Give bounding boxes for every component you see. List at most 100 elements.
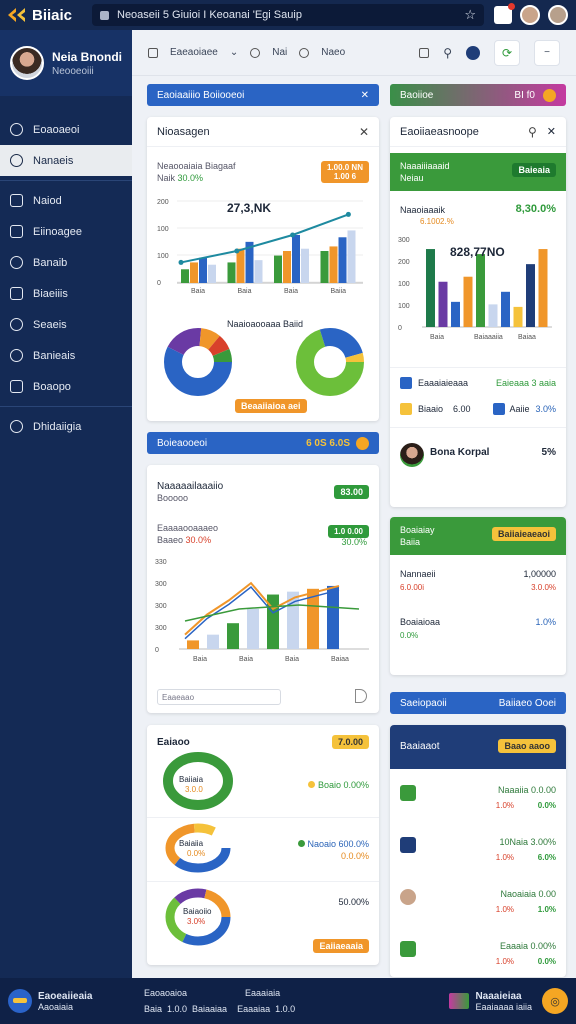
- close-icon[interactable]: ✕: [547, 125, 556, 138]
- search-icon[interactable]: ⚲: [528, 125, 537, 139]
- bar: [207, 634, 219, 649]
- list-item-label: Eaaaia 0.00%: [499, 941, 556, 951]
- y-tick-label: 100: [157, 226, 169, 233]
- copy-icon[interactable]: [419, 47, 430, 58]
- chevron-down-icon[interactable]: ⌄: [230, 47, 238, 58]
- divider: [147, 881, 379, 882]
- grid-icon: [10, 194, 23, 207]
- toolbar: Eaeaoiaee ⌄ Nai Naeo ⚲ ⟳ −: [132, 30, 576, 76]
- row-label: Biaaio: [418, 404, 444, 414]
- lock-icon: [100, 10, 109, 20]
- list-item[interactable]: Naaaiia 0.0.00 1.0% 0.0%: [390, 781, 566, 825]
- sidebar-item-3[interactable]: Eiinoagee: [0, 216, 132, 247]
- avatar[interactable]: [400, 443, 424, 467]
- notification-icon[interactable]: [494, 3, 515, 24]
- toolbar-label-3[interactable]: Naeo: [321, 47, 345, 58]
- list-item-pct: 6.0%: [537, 853, 556, 862]
- card-header-bar: Boaiaiay Baiia Baiiaieaeaoi: [390, 517, 566, 555]
- row-label-2: Aaiie: [509, 404, 530, 414]
- bar: [181, 269, 189, 283]
- list-item[interactable]: 10Naia 3.00% 1.0% 6.0%: [390, 833, 566, 877]
- sidebar-item-6[interactable]: Seaeis: [0, 309, 132, 340]
- profile-panel[interactable]: Neia Bnondi Neooeoiii: [0, 30, 132, 96]
- y-tick-label: 300: [155, 603, 167, 610]
- user-avatar-2[interactable]: [548, 5, 568, 25]
- sidebar-item-4[interactable]: Banaib: [0, 247, 132, 278]
- banner-blue-top[interactable]: Eaoiaaiiio Boiiooeoi ✕: [147, 84, 379, 106]
- bar: [327, 585, 339, 649]
- bar: [463, 276, 473, 327]
- banner-blue-mid[interactable]: Boieaooeoi 6 0S 6.0S: [147, 432, 379, 454]
- refresh-button[interactable]: ⟳: [494, 39, 520, 66]
- banner-pink-top[interactable]: Baoiioe BI f0: [390, 84, 566, 106]
- list-item[interactable]: Eaaaia 0.00% 1.0% 0.0%: [390, 937, 566, 981]
- bar: [451, 301, 460, 327]
- sidebar-item-2[interactable]: Naiod: [0, 185, 132, 216]
- header-button[interactable]: Baao aaoo: [498, 739, 556, 753]
- y-tick-label: 300: [155, 625, 167, 632]
- clock-icon[interactable]: [250, 47, 261, 58]
- y-tick-label: 100: [157, 253, 169, 260]
- card-title: Nioasagen: [157, 125, 210, 138]
- close-icon[interactable]: ✕: [361, 90, 369, 101]
- ring-2-label: Baiaiia: [179, 839, 204, 848]
- metric-label: Naaoiaaaik: [400, 205, 446, 215]
- card-title: Naaaaailaaaiio: [157, 481, 224, 492]
- line-point: [234, 248, 240, 254]
- sidebar-item-8[interactable]: Boaopo: [0, 371, 132, 402]
- x-tick-label: Baiaaaiia: [474, 334, 503, 341]
- divider: [390, 367, 566, 368]
- list-icon: [400, 377, 412, 389]
- record-icon[interactable]: [466, 45, 480, 60]
- coin-button[interactable]: ◎: [542, 988, 568, 1014]
- coin-icon: [543, 88, 556, 102]
- footer-col-2[interactable]: Eaaaiaia: [245, 988, 280, 998]
- row-value: Eaieaaa 3 aaia: [495, 378, 556, 388]
- footer-col-1[interactable]: Eaoaoaioa: [144, 988, 187, 998]
- toolbar-filter[interactable]: Eaeaoiaee: [170, 47, 218, 58]
- layout-icon[interactable]: [148, 47, 158, 58]
- bookmark-star-icon[interactable]: ☆: [464, 7, 476, 23]
- close-icon[interactable]: ✕: [359, 125, 369, 139]
- expand-icon[interactable]: [355, 689, 367, 703]
- header-button[interactable]: Baieaia: [512, 163, 556, 177]
- sidebar-item-5[interactable]: Biaeiiis: [0, 278, 132, 309]
- list-item-icon: [400, 941, 416, 957]
- line-point: [290, 232, 296, 238]
- user-icon[interactable]: [299, 47, 310, 58]
- search-input[interactable]: Eaaeaao: [157, 689, 281, 705]
- row-label: Nannaeii: [400, 569, 436, 579]
- sidebar-item-0[interactable]: Eoaoaeoi: [0, 114, 132, 145]
- list-item[interactable]: Naoaiaia 0.00 1.0% 1.0%: [390, 885, 566, 929]
- bar: [274, 255, 282, 283]
- list-item-pct: 0.0%: [537, 801, 556, 810]
- footer-links[interactable]: Baia 1.0.0 Baiaaiaa Eaaaiaa 1.0.0: [144, 1004, 374, 1014]
- x-tick-label: Baia: [193, 656, 207, 663]
- bar: [227, 623, 239, 649]
- y-tick-label: 200: [398, 259, 410, 266]
- header-button[interactable]: Baiiaieaeaoi: [491, 527, 556, 541]
- card-title: Baaiaaot: [400, 741, 440, 752]
- card-action-button[interactable]: Eaiiaeaaia: [313, 939, 369, 953]
- sidebar-item-1[interactable]: Nanaeis: [0, 145, 132, 176]
- metric-pct-2: 30.0%: [341, 537, 367, 547]
- sidebar-item-9[interactable]: Dhidaiigia: [0, 411, 132, 442]
- banner-blue-right[interactable]: Saeiopaoii Baiiaeo Ooei: [390, 692, 566, 714]
- address-bar[interactable]: Neoaseii 5 Giuioi I Keoanai 'Egi Sauip ☆: [92, 4, 484, 26]
- card-action-button[interactable]: Beaaiiaioa aei: [235, 399, 307, 413]
- sidebar-item-label: Nanaeis: [33, 154, 74, 167]
- list-item-value: 1.0%: [495, 905, 514, 914]
- ring-1-label: Baiiaia: [179, 775, 204, 784]
- search-icon[interactable]: ⚲: [443, 46, 452, 60]
- pie-title: Naaioaooaaa Baiid: [227, 319, 304, 329]
- coin-icon: [356, 436, 369, 450]
- toolbar-label-2[interactable]: Nai: [272, 47, 287, 58]
- ring-3-label: Baiaoiio: [183, 907, 212, 916]
- app-logo[interactable]: Biiaic: [0, 7, 92, 24]
- globe-icon: [10, 256, 23, 269]
- sidebar-item-7[interactable]: Banieais: [0, 340, 132, 371]
- card-pies: Eaiaoo 7.0.00 Baiiaia 3.0.0 Boaio 0.00% …: [147, 725, 379, 965]
- user-avatar-1[interactable]: [520, 5, 540, 25]
- minimize-button[interactable]: −: [534, 39, 560, 66]
- status-dot-icon: [308, 781, 316, 788]
